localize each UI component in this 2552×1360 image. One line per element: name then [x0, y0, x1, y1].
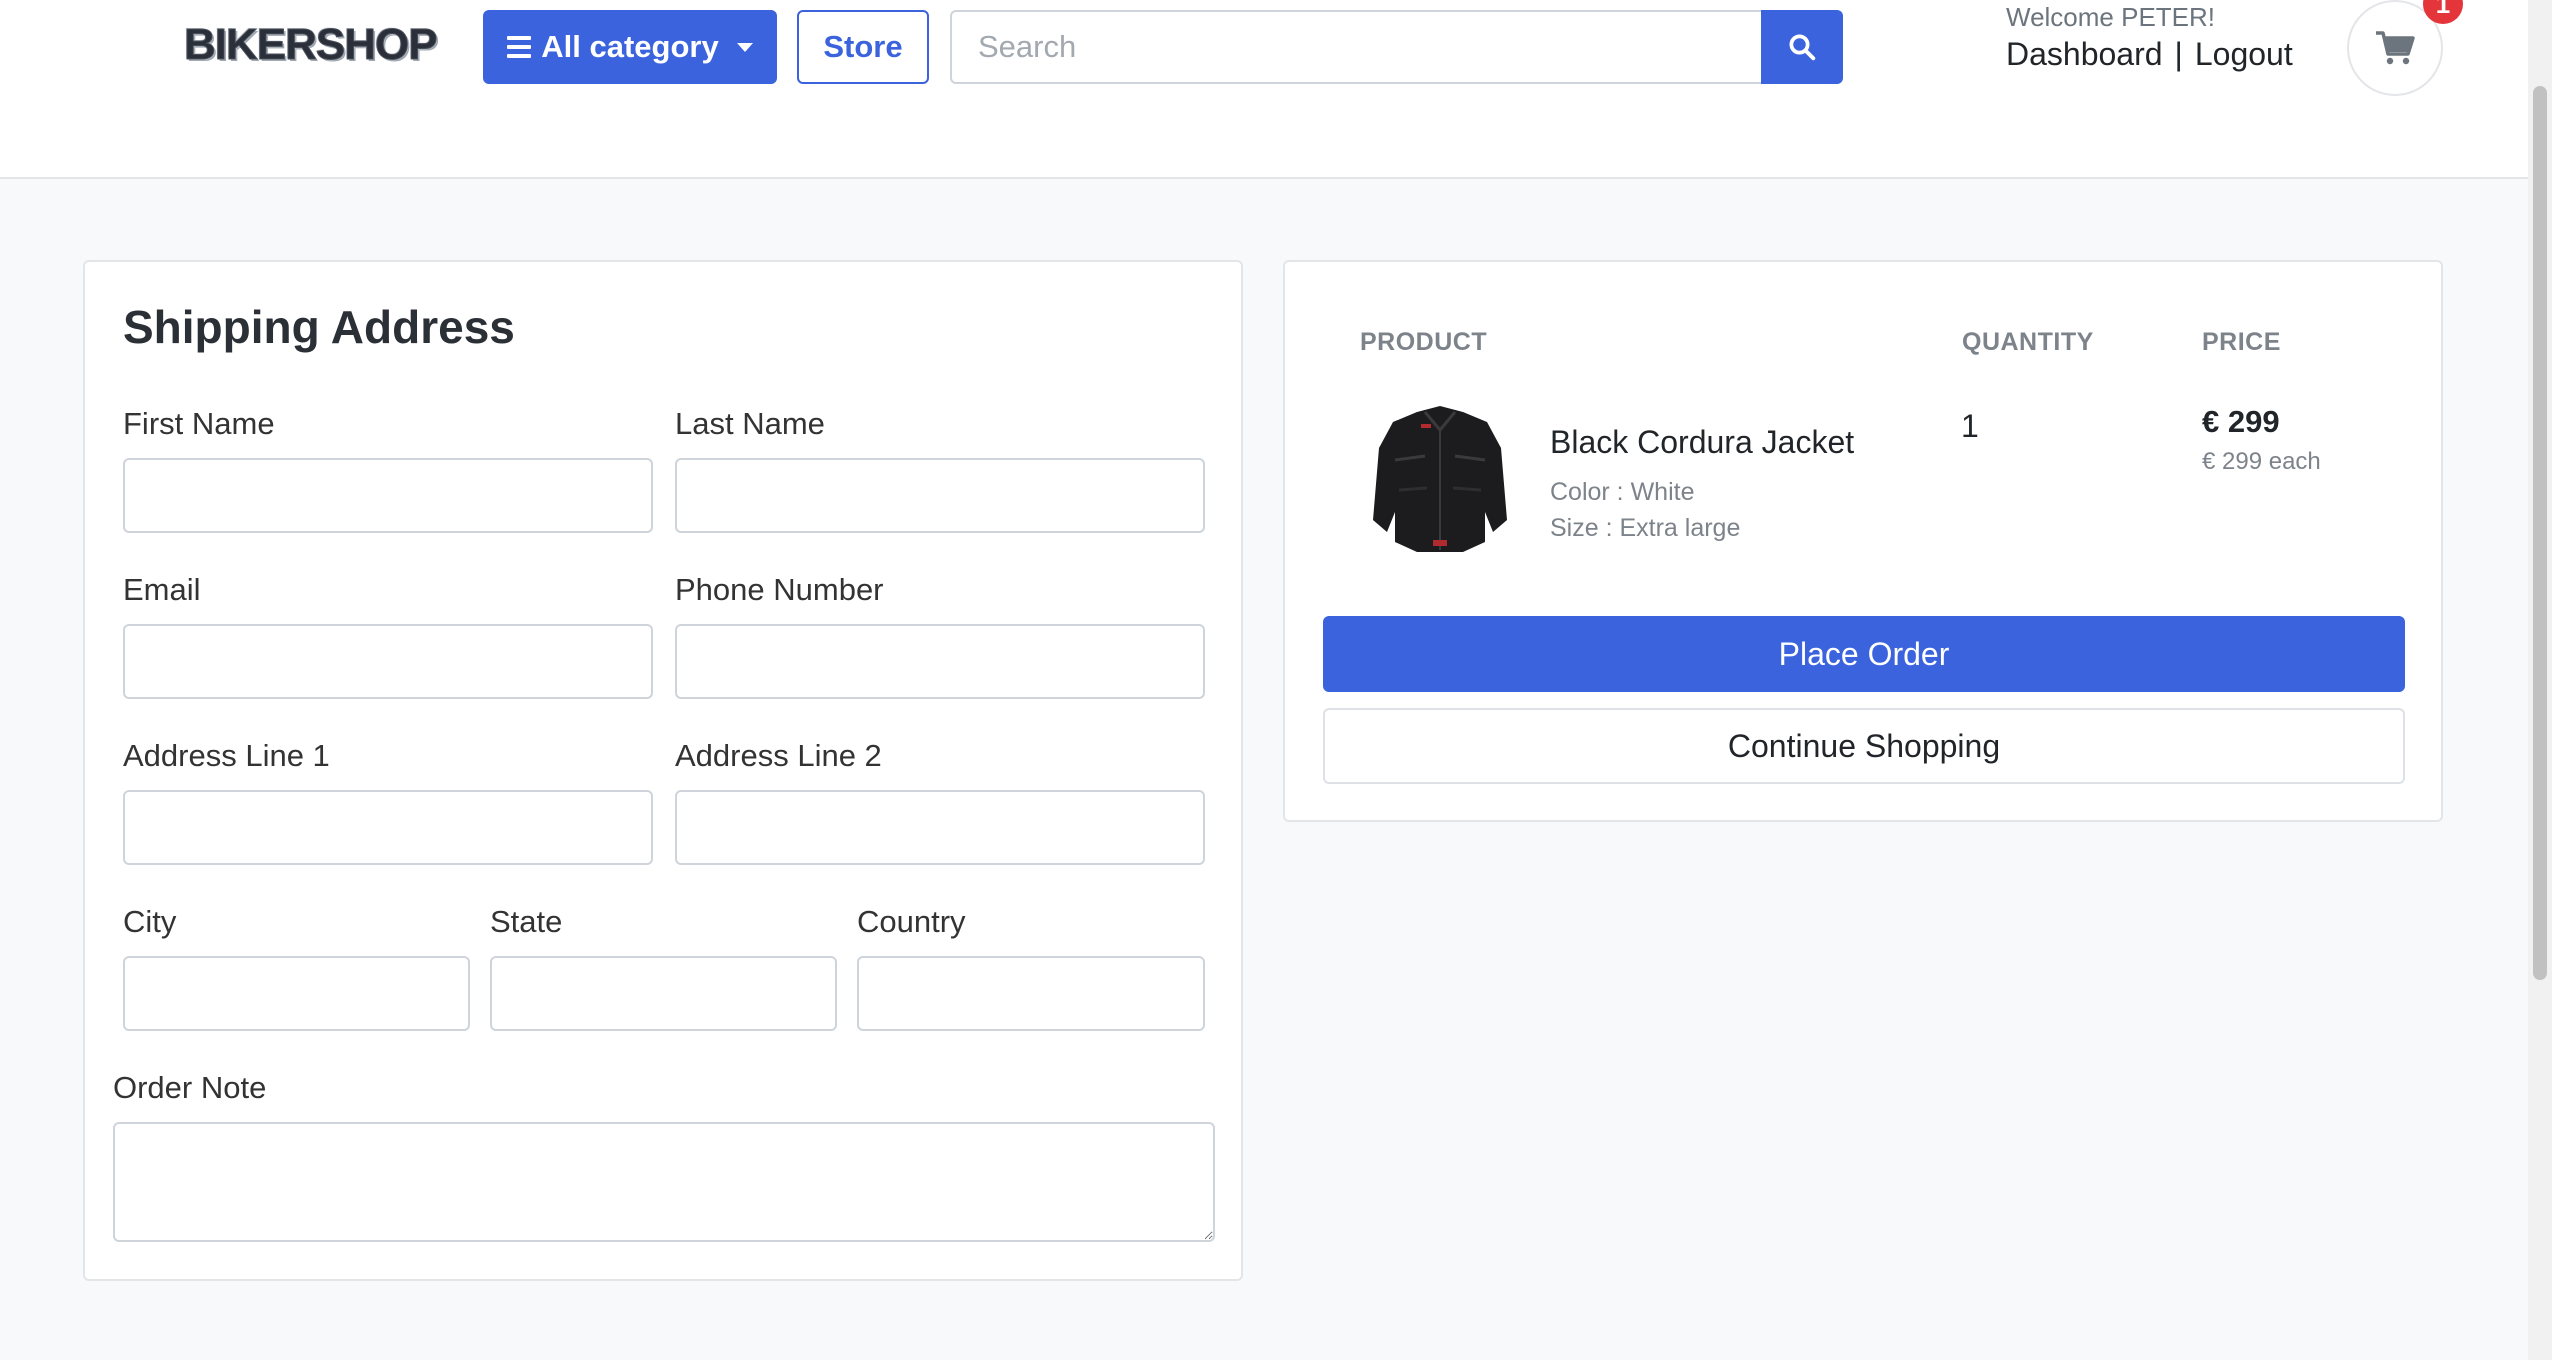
- product-name[interactable]: Black Cordura Jacket: [1550, 424, 1854, 461]
- all-category-button[interactable]: All category: [483, 10, 777, 84]
- menu-bars-icon: [507, 36, 532, 58]
- search-icon: [1789, 34, 1816, 61]
- place-order-button[interactable]: Place Order: [1323, 616, 2405, 692]
- address-line-1-input[interactable]: [123, 790, 653, 865]
- scrollbar-thumb[interactable]: [2533, 86, 2547, 980]
- welcome-text: Welcome PETER!: [2006, 2, 2216, 32]
- shipping-title: Shipping Address: [123, 301, 515, 353]
- address-line-1-label: Address Line 1: [123, 738, 330, 773]
- state-input[interactable]: [490, 956, 837, 1031]
- last-name-input[interactable]: [675, 458, 1205, 533]
- city-label: City: [123, 904, 177, 939]
- first-name-input[interactable]: [123, 458, 653, 533]
- country-input[interactable]: [857, 956, 1205, 1031]
- product-price-each: € 299 each: [2202, 448, 2321, 475]
- logout-link[interactable]: Logout: [2195, 36, 2293, 73]
- search-button[interactable]: [1761, 10, 1843, 84]
- product-price: € 299: [2202, 404, 2280, 439]
- city-input[interactable]: [123, 956, 470, 1031]
- address-line-2-label: Address Line 2: [675, 738, 882, 773]
- product-image[interactable]: [1365, 400, 1515, 560]
- product-column-header: PRODUCT: [1360, 328, 1488, 356]
- email-label: Email: [123, 572, 201, 607]
- phone-input[interactable]: [675, 624, 1205, 699]
- first-name-label: First Name: [123, 406, 275, 441]
- store-button[interactable]: Store: [797, 10, 929, 84]
- search-bar: [950, 10, 1843, 84]
- page-scrollbar[interactable]: [2528, 0, 2552, 1360]
- user-links: Dashboard | Logout: [2006, 36, 2293, 73]
- shopping-cart-icon: [2376, 31, 2415, 65]
- last-name-label: Last Name: [675, 406, 825, 441]
- order-note-textarea[interactable]: [113, 1122, 1215, 1242]
- link-separator: |: [2174, 36, 2183, 72]
- shipping-address-card: Shipping Address First Name Last Name Em…: [83, 260, 1243, 1281]
- continue-shopping-button[interactable]: Continue Shopping: [1323, 708, 2405, 784]
- jacket-icon: [1373, 406, 1507, 552]
- price-column-header: PRICE: [2202, 328, 2281, 356]
- phone-label: Phone Number: [675, 572, 884, 607]
- product-color: Color : White: [1550, 478, 1695, 506]
- product-size: Size : Extra large: [1550, 514, 1741, 542]
- email-input[interactable]: [123, 624, 653, 699]
- order-note-label: Order Note: [113, 1070, 267, 1105]
- state-label: State: [490, 904, 563, 939]
- quantity-column-header: QUANTITY: [1962, 328, 2094, 356]
- country-label: Country: [857, 904, 966, 939]
- dashboard-link[interactable]: Dashboard: [2006, 36, 2163, 73]
- top-navbar: BIKERSHOP All category Store Welcome PET…: [0, 0, 2528, 179]
- site-logo[interactable]: BIKERSHOP: [184, 20, 439, 70]
- caret-down-icon: [736, 42, 753, 52]
- product-quantity: 1: [1961, 408, 1979, 444]
- category-button-label: All category: [541, 29, 719, 64]
- address-line-2-input[interactable]: [675, 790, 1205, 865]
- order-summary-card: PRODUCT QUANTITY PRICE Black Cordura Jac…: [1283, 260, 2443, 822]
- search-input[interactable]: [950, 10, 1761, 84]
